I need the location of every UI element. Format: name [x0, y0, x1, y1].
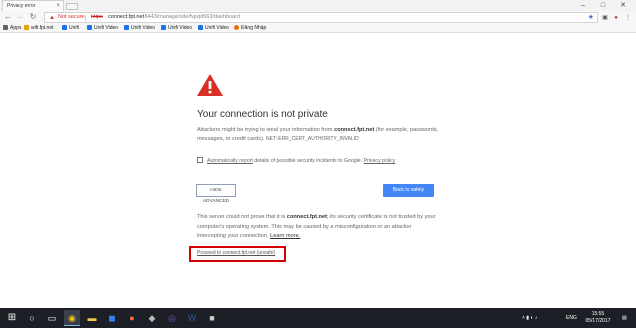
- bookmark-label: Apps: [10, 25, 22, 31]
- desc-prefix: Attackers might be trying to steal your …: [197, 127, 335, 133]
- proceed-unsafe-link[interactable]: Proceed to connect.fpt.net (unsafe): [197, 250, 275, 256]
- new-tab-button[interactable]: [66, 3, 78, 10]
- app-icon[interactable]: ■: [204, 310, 220, 326]
- bookmark-item[interactable]: wifi.fpt.net: [24, 24, 54, 33]
- desc-host: connect.fpt.net: [334, 127, 375, 133]
- bookmark-label: Unifi Video: [131, 25, 156, 31]
- maximize-icon[interactable]: □: [594, 0, 612, 11]
- close-window-icon[interactable]: ✕: [614, 0, 632, 11]
- reload-icon[interactable]: ↻: [28, 12, 38, 22]
- windows-start-icon[interactable]: ⊞: [4, 310, 20, 326]
- outlook-icon[interactable]: ◼: [104, 310, 120, 326]
- bookmark-apps[interactable]: Apps: [3, 24, 21, 33]
- tab-close-icon[interactable]: ×: [56, 1, 60, 11]
- minimize-icon[interactable]: –: [574, 0, 592, 11]
- extension-icon[interactable]: ▣: [601, 14, 609, 22]
- notification-icon[interactable]: ▤: [622, 308, 627, 328]
- system-clock[interactable]: 15:55 05/17/2017: [580, 311, 616, 325]
- bookmark-label: Đăng Nhập: [241, 25, 267, 31]
- unifi-icon: [62, 25, 67, 30]
- bookmark-label: wifi.fpt.net: [31, 25, 54, 31]
- task-view-icon[interactable]: ▭: [44, 310, 60, 326]
- file-explorer-icon[interactable]: ▬: [84, 310, 100, 326]
- warning-triangle-icon: [197, 74, 223, 96]
- forward-arrow-icon[interactable]: →: [15, 12, 25, 22]
- extension-icon[interactable]: ●: [612, 14, 620, 22]
- privacy-error-page: Your connection is not private Attackers…: [0, 34, 636, 308]
- warning-description: Attackers might be trying to steal your …: [197, 126, 442, 144]
- report-option: Automatically report details of possible…: [197, 157, 395, 164]
- url-path: :8443/manage/site/fvpqd563/dashboard: [143, 14, 240, 20]
- bookmark-label: Unifi Video: [168, 25, 193, 31]
- clock-date: 05/17/2017: [585, 318, 611, 324]
- unifi-icon: [124, 25, 129, 30]
- url-host: connect.fpt.net: [108, 14, 145, 20]
- tab-privacy-error[interactable]: Privacy error ×: [2, 0, 64, 11]
- viber-icon[interactable]: ◎: [164, 310, 180, 326]
- advanced-details: This server could not prove that it is c…: [197, 213, 442, 242]
- url-scheme: https: [91, 14, 103, 20]
- back-arrow-icon[interactable]: ←: [3, 12, 13, 22]
- warning-icon[interactable]: ▲: [49, 14, 55, 23]
- bookmark-label: Unifi Video: [94, 25, 119, 31]
- menu-icon[interactable]: ⋮: [624, 14, 632, 22]
- bookmark-item[interactable]: Unifi Video: [198, 24, 229, 33]
- search-icon[interactable]: ○: [24, 310, 40, 326]
- bookmark-item[interactable]: Unifi Video: [87, 24, 118, 33]
- unifi-icon: [161, 25, 166, 30]
- address-separator: [85, 15, 86, 21]
- error-code: NET::ERR_CERT_AUTHORITY_INVALID: [266, 136, 359, 142]
- details-host: connect.fpt.net: [286, 214, 327, 220]
- word-icon[interactable]: W: [184, 310, 200, 326]
- security-label[interactable]: Not secure: [58, 13, 85, 22]
- address-bar[interactable]: ▲ Not secure https connect.fpt.net :8443…: [44, 12, 598, 23]
- windows-taskbar: ⊞ ○ ▭ ◉ ▬ ◼ ● ◆ ◎ W ■ ˄ ▮ ◐ ♪ ENG 15:55 …: [0, 308, 636, 328]
- login-icon: [234, 25, 239, 30]
- bookmark-label: Unifi: [69, 25, 80, 31]
- firefox-icon[interactable]: ●: [124, 310, 140, 326]
- report-link[interactable]: Automatically report: [207, 158, 253, 164]
- privacy-policy-link[interactable]: Privacy policy: [364, 158, 396, 164]
- wifi-icon: [24, 25, 29, 30]
- bookmarks-bar: Apps wifi.fpt.net Unifi Unifi Video Unif…: [0, 24, 636, 33]
- back-to-safety-button[interactable]: Back to safety: [383, 184, 434, 197]
- chrome-icon[interactable]: ◉: [64, 310, 80, 326]
- unifi-icon: [198, 25, 203, 30]
- bookmark-item[interactable]: Unifi: [62, 24, 79, 33]
- tray-icons[interactable]: ˄ ▮ ◐ ♪: [522, 308, 537, 328]
- apps-grid-icon: [3, 25, 8, 30]
- bookmark-star-icon[interactable]: ★: [588, 13, 594, 22]
- unifi-icon: [87, 25, 92, 30]
- bookmark-item[interactable]: Unifi Video: [161, 24, 192, 33]
- report-text: details of possible security incidents t…: [252, 158, 364, 164]
- tab-strip: Privacy error × – □ ✕: [0, 0, 636, 11]
- tab-title: Privacy error: [7, 3, 36, 9]
- bookmark-label: Unifi Video: [205, 25, 230, 31]
- report-checkbox[interactable]: [197, 157, 203, 163]
- hide-advanced-button[interactable]: HIDE ADVANCED: [196, 184, 236, 204]
- language-indicator[interactable]: ENG: [566, 308, 577, 328]
- browser-toolbar: ← → ↻ ▲ Not secure https connect.fpt.net…: [0, 11, 636, 24]
- clock-time: 15:55: [591, 311, 605, 317]
- details-prefix: This server could not prove that it is: [197, 214, 287, 220]
- learn-more-link[interactable]: Learn more.: [270, 233, 300, 239]
- bookmark-item[interactable]: Đăng Nhập: [234, 24, 266, 33]
- page-title: Your connection is not private: [197, 109, 328, 120]
- bookmark-item[interactable]: Unifi Video: [124, 24, 155, 33]
- app-icon[interactable]: ◆: [144, 310, 160, 326]
